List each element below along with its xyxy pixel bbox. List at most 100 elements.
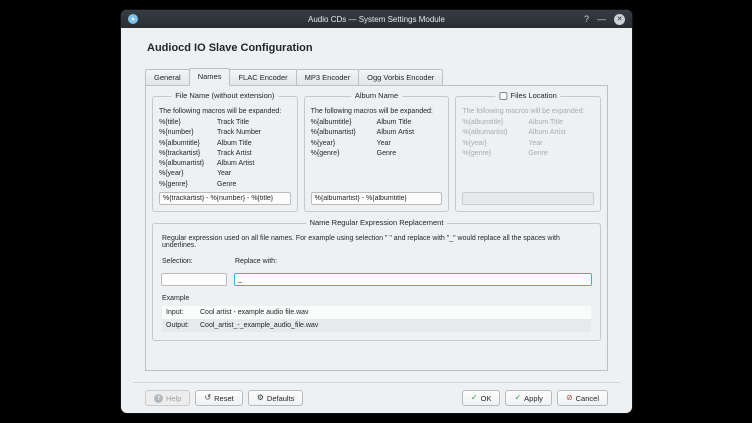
- macro-token: %{albumtitle}: [159, 139, 217, 149]
- macro-row: %{albumtitle} Album Title: [159, 139, 291, 149]
- audiocd-app-icon: [128, 14, 138, 24]
- macro-row: %{albumartist} Album Artist: [159, 159, 291, 169]
- apply-button-label: Apply: [524, 394, 543, 403]
- macro-description: Album Title: [377, 118, 412, 128]
- regex-description: Regular expression used on all file name…: [162, 235, 592, 249]
- example-input-value: Cool artist - example audio file.wav: [200, 307, 309, 318]
- tab-general[interactable]: General: [145, 69, 190, 86]
- macro-token: %{genre}: [462, 149, 528, 159]
- help-button-label: Help: [166, 394, 181, 403]
- macro-token: %{albumartist}: [159, 159, 217, 169]
- macro-row: %{albumtitle} Album Title: [462, 118, 594, 128]
- regex-fields: Selection: Replace with:: [161, 258, 592, 286]
- help-button[interactable]: ? Help: [145, 390, 190, 406]
- cancel-button-label: Cancel: [576, 394, 599, 403]
- defaults-icon: ⚙: [257, 394, 264, 402]
- files-location-label: Files Location: [511, 91, 557, 100]
- tab-ogg-vorbis-encoder[interactable]: Ogg Vorbis Encoder: [358, 69, 443, 86]
- selection-input[interactable]: [161, 273, 227, 286]
- replace-with-label: Replace with:: [235, 258, 592, 265]
- example-output-value: Cool_artist_-_example_audio_file.wav: [200, 320, 318, 331]
- macro-token: %{albumtitle}: [311, 118, 377, 128]
- titlebar[interactable]: Audio CDs — System Settings Module ? — ✕: [121, 10, 632, 28]
- macro-row: %{year} Year: [311, 139, 443, 149]
- file-name-group: File Name (without extension) The follow…: [152, 96, 298, 212]
- macros-intro: The following macros will be expanded:: [311, 108, 443, 115]
- example-input-row: Input: Cool artist - example audio file.…: [162, 306, 591, 319]
- macro-description: Album Artist: [377, 128, 414, 138]
- contextual-help-icon[interactable]: ?: [584, 15, 589, 24]
- defaults-button-label: Defaults: [267, 394, 295, 403]
- reset-icon: ↺: [204, 394, 211, 402]
- macros-intro: The following macros will be expanded:: [159, 108, 291, 115]
- files-location-group: Files Location The following macros will…: [455, 96, 601, 212]
- macro-token: %{genre}: [159, 180, 217, 190]
- macros-intro: The following macros will be expanded:: [462, 108, 594, 115]
- example-output-label: Output:: [166, 320, 200, 331]
- defaults-button[interactable]: ⚙ Defaults: [248, 390, 304, 406]
- files-location-checkbox[interactable]: [500, 92, 508, 100]
- macro-description: Track Artist: [217, 149, 252, 159]
- replace-with-input[interactable]: [234, 273, 592, 286]
- ok-check-icon: ✓: [471, 394, 478, 402]
- top-groups: File Name (without extension) The follow…: [152, 96, 601, 212]
- regex-replacement-group: Name Regular Expression Replacement Regu…: [152, 223, 601, 341]
- right-buttons: ✓ OK ✓ Apply ⊘ Cancel: [462, 390, 608, 406]
- tab-names[interactable]: Names: [189, 68, 231, 86]
- macro-description: Track Number: [217, 128, 261, 138]
- files-location-group-title: Files Location: [496, 91, 561, 100]
- macro-description: Album Artist: [217, 159, 254, 169]
- reset-button[interactable]: ↺ Reset: [195, 390, 242, 406]
- album-name-group-title: Album Name: [351, 91, 402, 100]
- dialog-content: Audiocd IO Slave Configuration General N…: [121, 28, 632, 413]
- macro-description: Year: [217, 169, 231, 179]
- selection-field-group: Selection:: [161, 258, 227, 286]
- macro-token: %{genre}: [311, 149, 377, 159]
- minimize-icon[interactable]: —: [597, 15, 606, 24]
- macro-token: %{year}: [159, 169, 217, 179]
- replace-field-group: Replace with:: [234, 258, 592, 286]
- macro-row: %{trackartist} Track Artist: [159, 149, 291, 159]
- file-name-group-title: File Name (without extension): [171, 91, 278, 100]
- macro-row: %{genre} Genre: [159, 180, 291, 190]
- settings-window: Audio CDs — System Settings Module ? — ✕…: [121, 10, 632, 413]
- ok-button-label: OK: [481, 394, 492, 403]
- page-title: Audiocd IO Slave Configuration: [147, 42, 608, 54]
- apply-button[interactable]: ✓ Apply: [505, 390, 551, 406]
- close-icon[interactable]: ✕: [614, 14, 625, 25]
- macro-token: %{albumartist}: [462, 128, 528, 138]
- macro-row: %{year} Year: [462, 139, 594, 149]
- macro-row: %{genre} Genre: [462, 149, 594, 159]
- album-name-group: Album Name The following macros will be …: [304, 96, 450, 212]
- macro-description: Genre: [528, 149, 547, 159]
- macro-token: %{trackartist}: [159, 149, 217, 159]
- left-buttons: ? Help ↺ Reset ⚙ Defaults: [145, 390, 303, 406]
- ok-button[interactable]: ✓ OK: [462, 390, 501, 406]
- file-name-pattern-input[interactable]: [159, 192, 291, 205]
- help-icon: ?: [154, 394, 163, 403]
- example-label: Example: [162, 295, 592, 302]
- files-location-pattern-input: [462, 192, 594, 205]
- macro-token: %{number}: [159, 128, 217, 138]
- footer-separator: [133, 382, 620, 383]
- macro-row: %{albumartist} Album Artist: [462, 128, 594, 138]
- macro-token: %{albumartist}: [311, 128, 377, 138]
- macro-row: %{albumartist} Album Artist: [311, 128, 443, 138]
- cancel-button[interactable]: ⊘ Cancel: [557, 390, 608, 406]
- reset-button-label: Reset: [214, 394, 234, 403]
- titlebar-buttons: ? — ✕: [584, 14, 625, 25]
- macro-token: %{year}: [311, 139, 377, 149]
- album-name-pattern-input[interactable]: [311, 192, 443, 205]
- cancel-icon: ⊘: [566, 394, 573, 402]
- macro-description: Album Title: [528, 118, 563, 128]
- macro-description: Genre: [377, 149, 396, 159]
- example-output-row: Output: Cool_artist_-_example_audio_file…: [162, 319, 591, 332]
- tab-flac-encoder[interactable]: FLAC Encoder: [229, 69, 296, 86]
- macro-token: %{albumtitle}: [462, 118, 528, 128]
- selection-label: Selection:: [162, 258, 227, 265]
- tab-mp3-encoder[interactable]: MP3 Encoder: [296, 69, 359, 86]
- desktop-background: Audio CDs — System Settings Module ? — ✕…: [0, 0, 752, 423]
- tab-pane: File Name (without extension) The follow…: [145, 85, 608, 371]
- macro-row: %{genre} Genre: [311, 149, 443, 159]
- macro-description: Year: [528, 139, 542, 149]
